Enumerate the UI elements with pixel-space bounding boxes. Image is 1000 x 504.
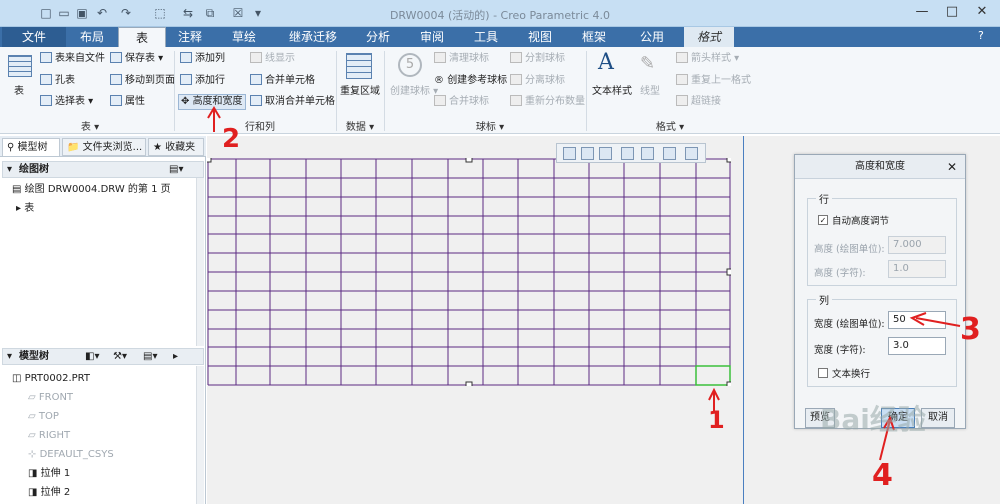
annotation-2: 2: [222, 124, 241, 154]
annotation-4: 4: [872, 458, 893, 493]
annotation-3: 3: [960, 312, 981, 347]
annotation-1: 1: [708, 406, 725, 434]
watermark-logo: Bai经验: [820, 403, 926, 436]
